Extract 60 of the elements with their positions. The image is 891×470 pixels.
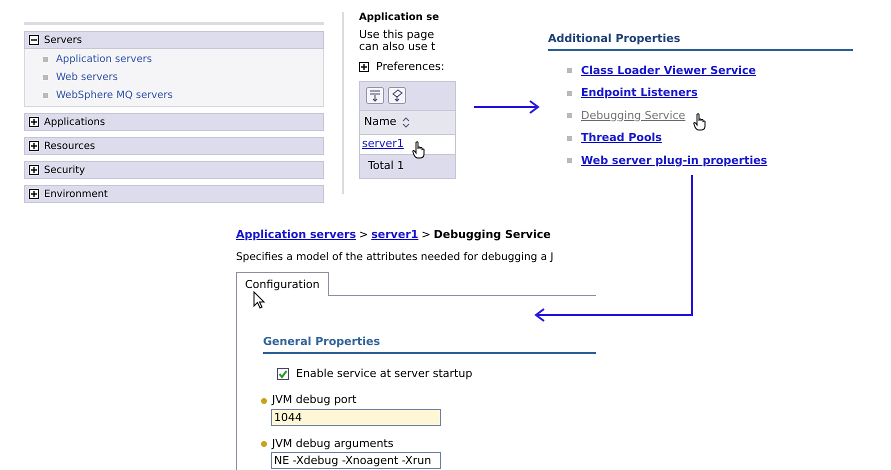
hand-pointer-icon <box>693 112 707 130</box>
bullet-icon <box>567 158 572 164</box>
breadcrumb-current: Debugging Service <box>434 227 551 243</box>
group-label: Applications <box>44 116 106 130</box>
bullet-icon <box>567 136 572 141</box>
expand-icon[interactable] <box>29 141 39 151</box>
nav-group-header[interactable]: Resources <box>24 137 324 155</box>
nav-group-header[interactable]: Applications <box>24 113 324 131</box>
breadcrumb-separator: > <box>421 227 431 243</box>
arrow-right <box>474 100 542 114</box>
column-header[interactable]: Name <box>359 110 456 134</box>
breadcrumb-separator: > <box>359 227 368 243</box>
expand-icon[interactable] <box>29 165 39 175</box>
checkbox[interactable] <box>277 368 289 380</box>
input-field[interactable]: 1044 <box>271 408 441 426</box>
tab[interactable]: Configuration <box>236 272 329 296</box>
expand-icon[interactable] <box>29 117 39 127</box>
bullet-icon <box>567 90 572 96</box>
property-link[interactable]: Thread Pools <box>581 130 662 146</box>
group-label: Environment <box>44 188 108 202</box>
bullet-icon <box>567 68 572 74</box>
nav-link[interactable]: Application servers <box>56 52 152 67</box>
bullet-icon <box>43 75 48 80</box>
checkbox-label: Enable service at server startup <box>296 366 472 382</box>
breadcrumb-link[interactable]: Application servers <box>236 227 356 244</box>
description-text: Use this page <box>359 29 436 41</box>
description-text: can also use t <box>359 41 436 53</box>
nav-link[interactable]: WebSphere MQ servers <box>56 88 173 103</box>
preferences-toggle[interactable]: Preferences: <box>359 59 456 76</box>
bullet-icon <box>567 113 572 118</box>
group-label: Security <box>44 164 86 178</box>
field-label: JVM debug arguments <box>272 436 394 452</box>
property-link[interactable]: Web server plug-in properties <box>581 152 768 169</box>
property-link[interactable]: Debugging Service <box>581 108 686 124</box>
property-link[interactable]: Endpoint Listeners <box>581 85 698 102</box>
expand-icon[interactable] <box>359 62 369 72</box>
nav-group-header[interactable]: Environment <box>24 185 324 203</box>
field-label: JVM debug port <box>272 392 356 408</box>
server-link[interactable]: server1 <box>362 136 404 152</box>
bullet-icon <box>43 93 48 98</box>
breadcrumb-link[interactable]: server1 <box>371 227 418 244</box>
arrow-cursor-icon <box>253 291 265 310</box>
clear-selection-icon[interactable] <box>388 87 406 104</box>
section-title: Additional Properties <box>548 31 853 50</box>
input-field[interactable]: NE -Xdebug -Xnoagent -Xrun <box>271 452 441 470</box>
collapse-icon[interactable] <box>29 35 39 45</box>
page-description: Specifies a model of the attributes needed for debugging a J <box>236 250 554 264</box>
nav-group-header[interactable]: Security <box>24 161 324 179</box>
total-count: Total 1 <box>368 158 404 174</box>
property-link[interactable]: Class Loader Viewer Service <box>581 62 756 79</box>
section-title: General Properties <box>263 334 596 354</box>
group-label: Servers <box>44 34 82 48</box>
group-label: Resources <box>44 140 96 154</box>
nav-link[interactable]: Web servers <box>56 70 118 85</box>
expand-icon[interactable] <box>29 189 39 199</box>
select-all-icon[interactable] <box>366 87 384 104</box>
bullet-icon <box>43 57 48 62</box>
page-heading: Application se <box>359 12 440 24</box>
sort-icon[interactable] <box>402 116 410 128</box>
nav-group-header[interactable]: Servers <box>24 31 324 49</box>
